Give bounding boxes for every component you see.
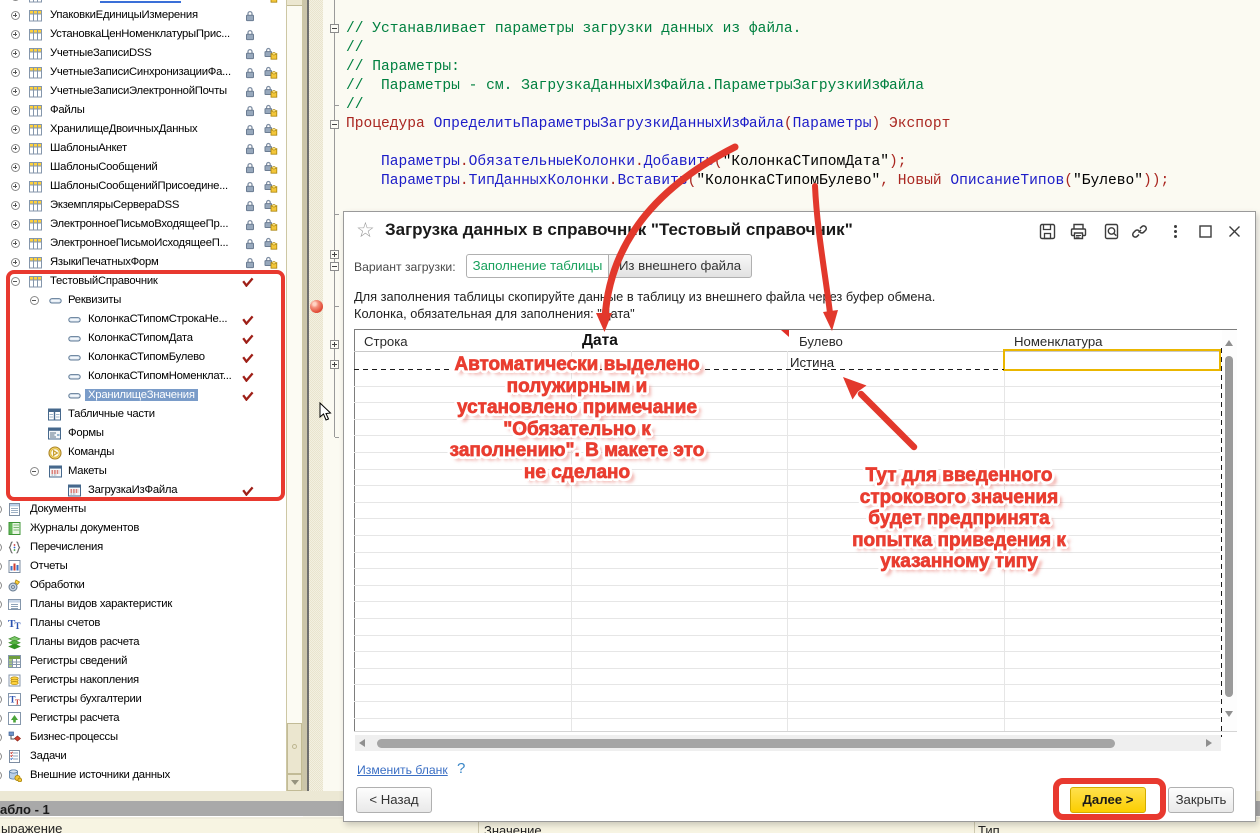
svg-text:T: T <box>15 698 20 706</box>
svg-text:T: T <box>15 621 21 630</box>
